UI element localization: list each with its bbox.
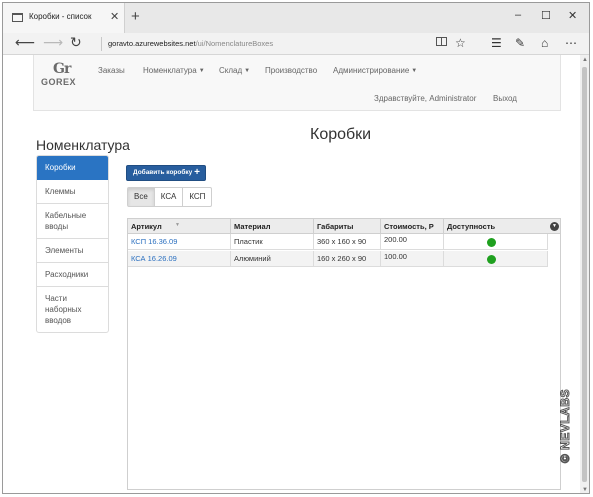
more-icon[interactable]: ⋯ [565,36,577,50]
sidebar-item-cable-glands[interactable]: Кабельные вводы [37,204,108,239]
column-header-article[interactable]: Артикул ▼ [128,219,231,234]
section-title: Номенклатура [36,137,130,153]
watermark-text: © NEVLABS [558,388,573,463]
cost-cell: 200.00 [381,234,444,250]
filter-ksp[interactable]: КСП [182,187,213,207]
hub-icon[interactable]: ☰ [491,36,502,50]
sidebar-item-boxes[interactable]: Коробки [37,156,108,180]
caret-down-icon: ▼ [198,68,205,74]
menu-warehouse-label: Склад [219,66,243,75]
caret-down-icon: ▼ [244,68,251,74]
article-link[interactable]: КСА 16.26.09 [128,251,231,267]
address-bar: ⟵ ⟶ ↻ goravto.azurewebsites.net/ui/Nomen… [3,33,589,55]
menu-nomenclature[interactable]: Номенклатура ▼ [143,66,205,75]
scroll-down-icon[interactable]: ▼ [582,487,588,493]
material-cell: Пластик [231,234,314,250]
column-header-cost[interactable]: Стоимость, Р [381,219,444,234]
top-navbar: Gr GOREX Заказы Номенклатура ▼ Склад ▼ Про… [33,55,561,111]
browser-window: Коробки - список ✕ + – ☐ ✕ ⟵ ⟶ ↻ goravto… [2,2,590,494]
menu-production[interactable]: Производство [265,66,317,75]
table-row[interactable]: КСА 16.26.09 Алюминий 160 x 260 x 90 100… [128,251,548,267]
filter-group: Все КСА КСП [127,187,213,207]
minimize-icon[interactable]: – [515,9,521,21]
plus-icon: + [194,167,200,178]
sidebar-nav: Коробки Клеммы Кабельные вводы Элементы … [36,155,109,333]
sidebar-item-gland-parts[interactable]: Части наборных вводов [37,287,108,332]
back-arrow-icon[interactable]: ⟵ [15,34,35,51]
reading-view-icon[interactable] [436,36,447,50]
article-link[interactable]: КСП 16.36.09 [128,234,231,250]
size-cell: 360 x 160 x 90 [314,234,381,250]
boxes-table: Артикул ▼ Материал Габариты Стоимость, Р … [127,218,561,490]
table-header: Артикул ▼ Материал Габариты Стоимость, Р … [128,219,560,234]
scroll-thumb[interactable] [582,67,587,482]
available-status-icon [487,255,496,264]
column-header-material[interactable]: Материал [231,219,314,234]
note-icon[interactable]: ✎ [515,36,525,50]
menu-warehouse[interactable]: Склад ▼ [219,66,250,75]
page-content: Gr GOREX Заказы Номенклатура ▼ Склад ▼ Про… [3,55,580,493]
page-title: Коробки [310,126,372,143]
add-box-label: Добавить коробку [133,169,193,176]
sidebar-item-consumables[interactable]: Расходники [37,263,108,287]
caret-down-icon: ▼ [411,68,418,74]
page-icon [12,13,23,22]
available-status-icon [487,238,496,247]
user-greeting[interactable]: Здравствуйте, Administrator [374,94,476,103]
column-header-size[interactable]: Габариты [314,219,381,234]
tab-title: Коробки - список [29,12,92,21]
address-separator [101,37,102,51]
column-menu-icon[interactable]: ▼ [550,222,559,231]
filter-ksa[interactable]: КСА [153,187,184,207]
nevlabs-watermark: © NEVLABS [557,378,573,473]
add-box-button[interactable]: Добавить коробку + [126,165,206,181]
share-icon[interactable]: ⌂ [541,36,548,50]
close-tab-icon[interactable]: ✕ [110,10,119,23]
sidebar-item-elements[interactable]: Элементы [37,239,108,263]
filter-all[interactable]: Все [127,187,155,207]
logout-link[interactable]: Выход [493,94,517,103]
size-cell: 160 x 260 x 90 [314,251,381,267]
availability-cell [444,251,548,267]
new-tab-icon[interactable]: + [131,8,140,25]
column-header-article-label: Артикул [131,222,162,231]
table-row[interactable]: КСП 16.36.09 Пластик 360 x 160 x 90 200.… [128,234,548,250]
page-scrollbar[interactable]: ▲ ▼ [579,55,589,493]
availability-cell [444,234,548,250]
menu-administration-label: Администрирование [333,66,410,75]
logo-mark: Gr [53,61,71,77]
sort-icon: ▼ [175,222,180,228]
logo-text: GOREX [41,77,77,87]
forward-arrow-icon[interactable]: ⟶ [43,34,63,51]
url-path: /ui/NomenclatureBoxes [195,39,274,48]
browser-tab[interactable]: Коробки - список ✕ [3,3,125,33]
scroll-up-icon[interactable]: ▲ [582,57,588,63]
maximize-icon[interactable]: ☐ [541,9,551,22]
gorex-logo[interactable]: Gr GOREX [41,61,85,91]
favorite-star-icon[interactable]: ☆ [455,36,466,50]
menu-orders[interactable]: Заказы [98,66,125,75]
menu-nomenclature-label: Номенклатура [143,66,197,75]
column-header-availability[interactable]: Доступность [444,219,560,234]
window-close-icon[interactable]: ✕ [568,9,577,22]
refresh-icon[interactable]: ↻ [70,34,82,51]
title-bar: Коробки - список ✕ + – ☐ ✕ [3,3,589,33]
sidebar-item-terminals[interactable]: Клеммы [37,180,108,204]
material-cell: Алюминий [231,251,314,267]
cost-cell: 100.00 [381,251,444,267]
url-host: goravto.azurewebsites.net [108,39,196,48]
url-field[interactable]: goravto.azurewebsites.net/ui/Nomenclatur… [108,39,273,48]
menu-administration[interactable]: Администрирование ▼ [333,66,417,75]
